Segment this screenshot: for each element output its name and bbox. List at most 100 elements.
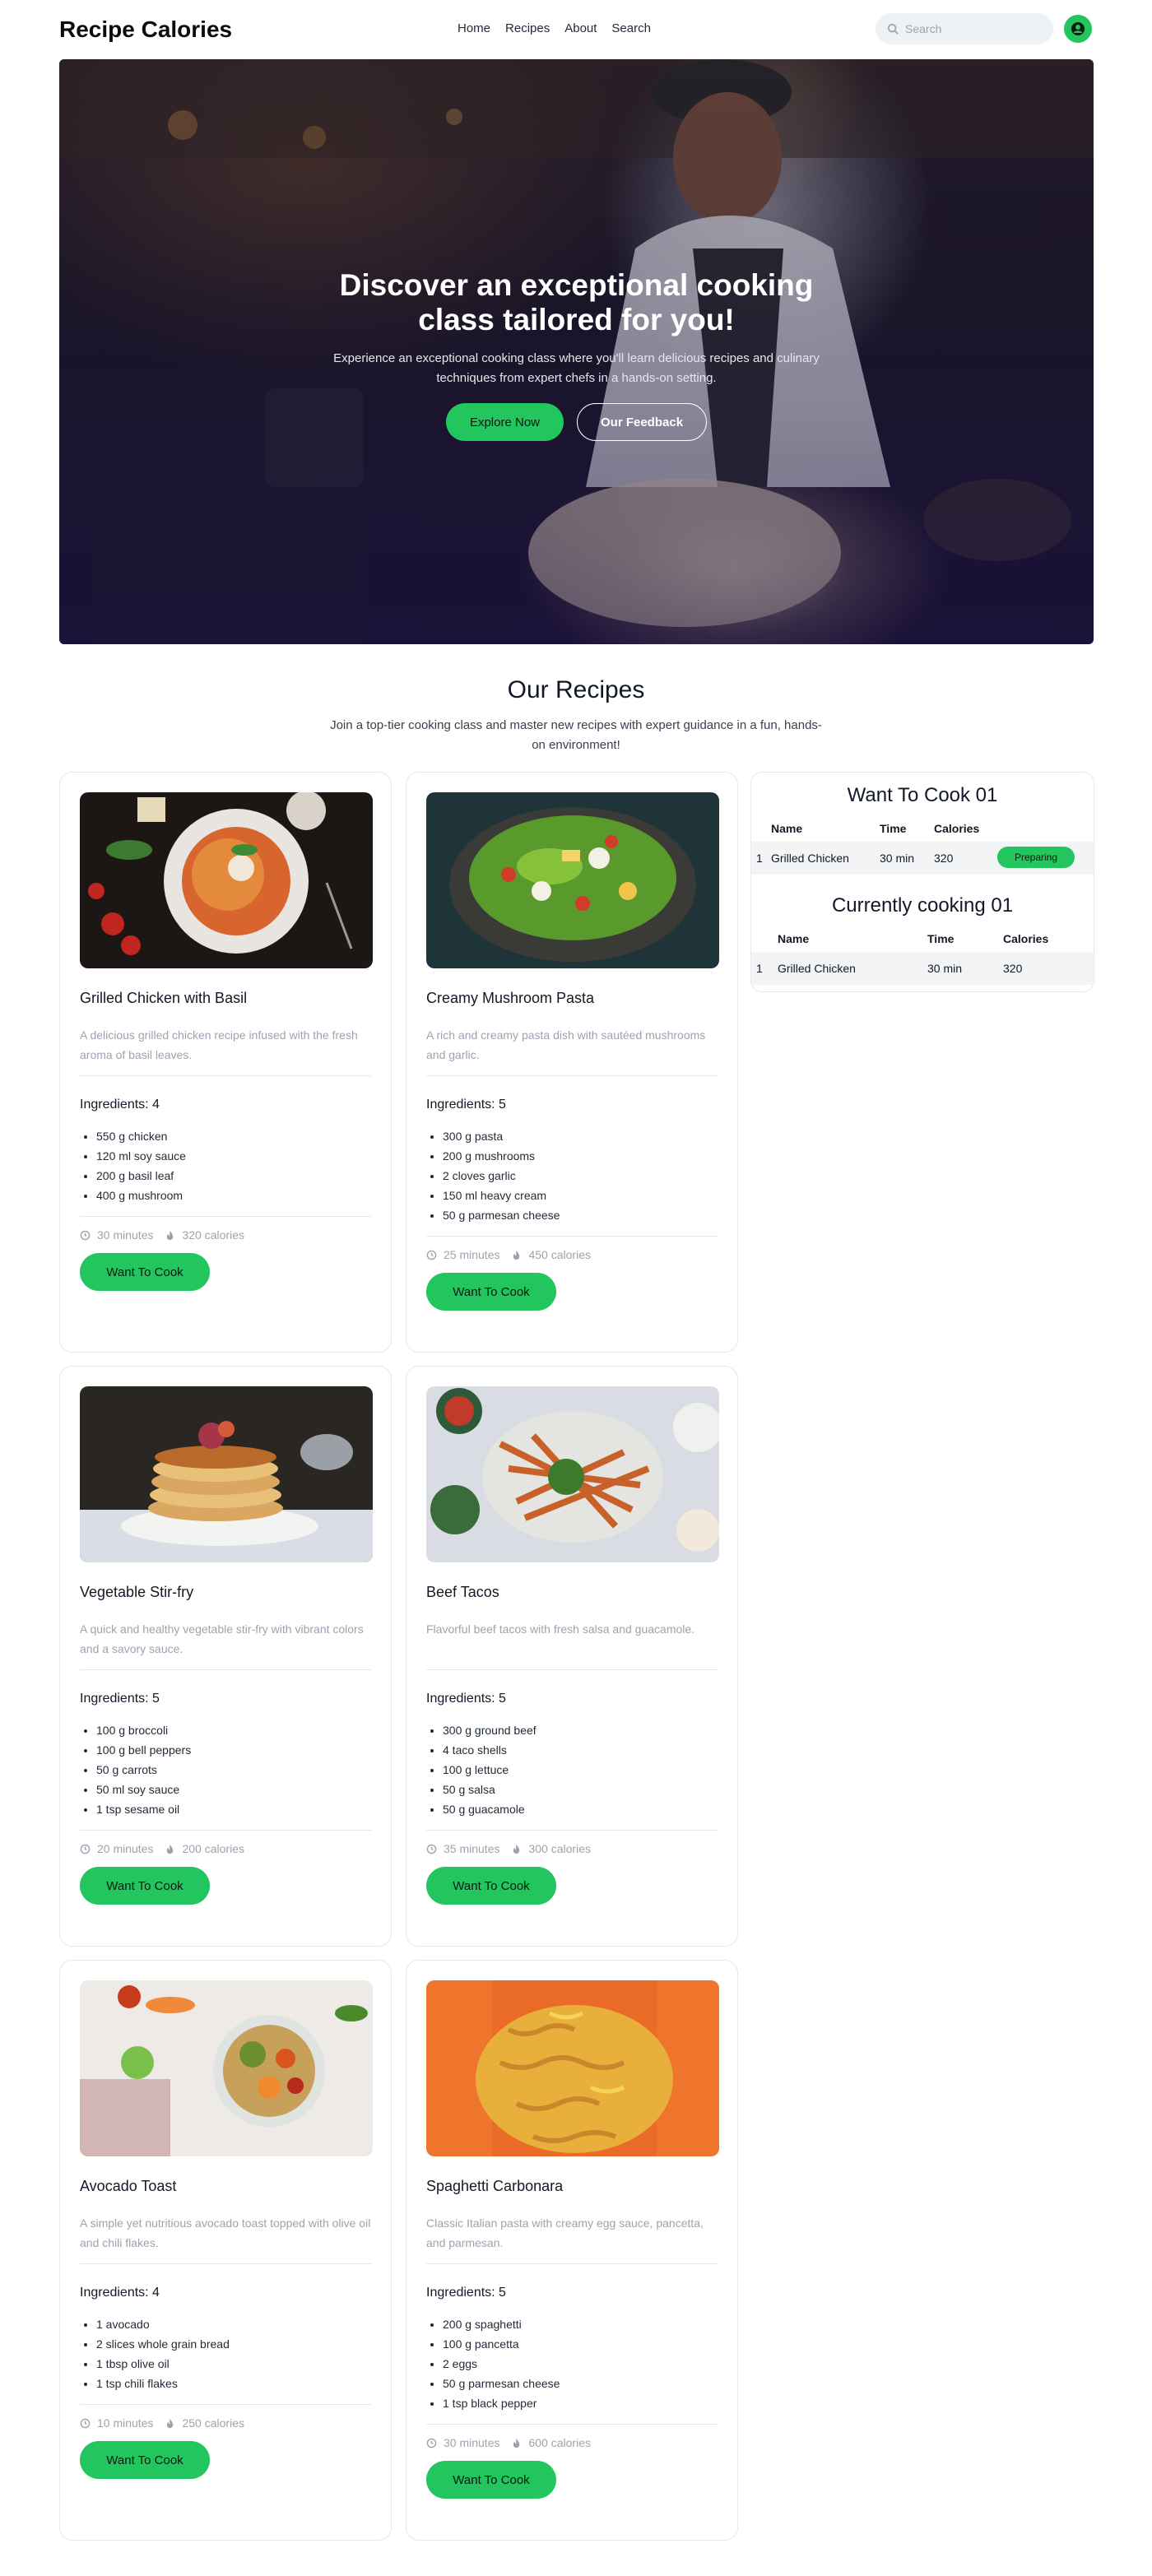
divider — [80, 1216, 371, 1217]
recipe-title: Vegetable Stir-fry — [80, 1584, 194, 1600]
user-avatar-button[interactable] — [1064, 15, 1092, 43]
user-icon — [1071, 22, 1085, 35]
ingredient-item: 50 g carrots — [96, 1760, 371, 1780]
recipe-image — [80, 1980, 373, 2156]
recipe-meta: 30 minutes 600 calories — [426, 2436, 718, 2449]
ingredient-item: 200 g basil leaf — [96, 1166, 371, 1186]
want-to-cook-button[interactable]: Want To Cook — [80, 1867, 210, 1905]
divider — [80, 1075, 371, 1076]
recipe-card: Creamy Mushroom Pasta A rich and creamy … — [406, 772, 738, 1353]
column-header: Calories — [934, 822, 980, 835]
pancake-stack-photo — [80, 1421, 373, 1562]
ingredient-item: 100 g bell peppers — [96, 1740, 371, 1760]
row-calories: 320 — [934, 852, 954, 865]
ingredient-item: 4 taco shells — [443, 1740, 718, 1760]
currently-cooking-table: Name Time Calories 1 Grilled Chicken 30 … — [751, 927, 1094, 985]
recipe-description: A rich and creamy pasta dish with sautée… — [426, 1028, 706, 1061]
clock-icon — [80, 1844, 91, 1854]
ingredient-item: 1 tbsp olive oil — [96, 2354, 371, 2374]
clock-icon — [426, 1250, 437, 1260]
recipe-time: 25 minutes — [444, 1248, 500, 1261]
salad-bowl-photo — [449, 807, 696, 962]
ingredient-item: 100 g lettuce — [443, 1760, 718, 1780]
brand-title: Recipe Calories — [59, 16, 233, 42]
nav-home-link[interactable]: Home — [458, 21, 490, 35]
ingredient-item: 2 cloves garlic — [443, 1166, 718, 1186]
ingredients-list: 1 avocado 2 slices whole grain bread 1 t… — [80, 2314, 371, 2393]
ingredient-item: 300 g pasta — [443, 1126, 718, 1146]
recipe-card: Spaghetti Carbonara Classic Italian past… — [406, 1960, 738, 2541]
ingredient-item: 1 tsp black pepper — [443, 2393, 718, 2413]
recipes-section-subtitle: Join a top-tier cooking class and master… — [330, 718, 822, 752]
nav-recipes-link[interactable]: Recipes — [505, 21, 550, 35]
pasta-plate-photo — [88, 792, 353, 955]
row-calories: 320 — [1003, 962, 1023, 975]
our-feedback-button[interactable]: Our Feedback — [577, 403, 708, 441]
divider — [426, 2424, 718, 2425]
recipe-image — [426, 1980, 719, 2156]
search-icon — [887, 23, 899, 35]
recipe-calories: 320 calories — [182, 1228, 244, 1242]
divider — [80, 1830, 371, 1831]
clock-icon — [426, 1844, 437, 1854]
ingredients-count: Ingredients: 5 — [80, 1692, 160, 1706]
hero-buttons: Explore Now Our Feedback — [59, 403, 1094, 441]
recipe-card: Vegetable Stir-fry A quick and healthy v… — [59, 1366, 392, 1947]
column-header: Time — [880, 822, 907, 835]
want-to-cook-button[interactable]: Want To Cook — [80, 2441, 210, 2479]
row-index: 1 — [756, 852, 763, 865]
recipe-time: 30 minutes — [444, 2436, 500, 2449]
nav-about-link[interactable]: About — [564, 21, 597, 35]
ingredients-list: 100 g broccoli 100 g bell peppers 50 g c… — [80, 1720, 371, 1819]
ingredient-item: 2 eggs — [443, 2354, 718, 2374]
divider — [426, 1669, 718, 1670]
fire-icon — [167, 1230, 174, 1240]
divider — [426, 2263, 718, 2264]
ingredient-item: 50 ml soy sauce — [96, 1780, 371, 1799]
want-to-cook-button[interactable]: Want To Cook — [426, 1867, 556, 1905]
cooking-panel: Want To Cook 01 Name Time Calories 1 Gri… — [750, 772, 1094, 992]
explore-now-button[interactable]: Explore Now — [445, 403, 564, 441]
fire-icon — [513, 2438, 520, 2448]
recipe-description: Flavorful beef tacos with fresh salsa an… — [426, 1622, 695, 1636]
want-to-cook-button[interactable]: Want To Cook — [80, 1253, 210, 1291]
ingredients-list: 550 g chicken 120 ml soy sauce 200 g bas… — [80, 1126, 371, 1205]
want-to-cook-button[interactable]: Want To Cook — [426, 2461, 556, 2499]
recipe-title: Grilled Chicken with Basil — [80, 990, 248, 1006]
ingredient-item: 1 tsp sesame oil — [96, 1799, 371, 1819]
column-header: Name — [778, 932, 810, 945]
recipe-meta: 35 minutes 300 calories — [426, 1842, 718, 1855]
hero-content: Discover an exceptional cooking class ta… — [59, 268, 1094, 441]
search-input[interactable] — [905, 22, 1037, 35]
want-to-cook-button[interactable]: Want To Cook — [426, 1273, 556, 1311]
fire-icon — [513, 1844, 520, 1854]
ingredient-item: 150 ml heavy cream — [443, 1186, 718, 1205]
recipe-image — [80, 1386, 373, 1562]
ingredient-item: 400 g mushroom — [96, 1186, 371, 1205]
recipe-calories: 300 calories — [528, 1842, 591, 1855]
recipes-section-title: Our Recipes — [507, 676, 645, 703]
recipe-time: 30 minutes — [97, 1228, 154, 1242]
table-header: Name Time Calories — [751, 927, 1094, 952]
ingredients-count: Ingredients: 5 — [426, 2286, 506, 2300]
recipe-calories: 450 calories — [528, 1248, 591, 1261]
search-box[interactable] — [876, 13, 1053, 44]
fusilli-pasta-photo — [426, 1980, 719, 2156]
recipe-meta: 10 minutes 250 calories — [80, 2416, 371, 2430]
clock-icon — [80, 1230, 91, 1240]
ingredient-item: 300 g ground beef — [443, 1720, 718, 1740]
recipe-card: Avocado Toast A simple yet nutritious av… — [59, 1960, 392, 2541]
recipe-title: Spaghetti Carbonara — [426, 2178, 564, 2194]
want-to-cook-title: Want To Cook 01 — [847, 784, 998, 806]
ingredient-item: 50 g parmesan cheese — [443, 2374, 718, 2393]
nav-search-link[interactable]: Search — [611, 21, 651, 35]
fire-icon — [167, 1844, 174, 1854]
table-row: 1 Grilled Chicken 30 min 320 Preparing — [751, 842, 1094, 875]
want-to-cook-table: Name Time Calories 1 Grilled Chicken 30 … — [751, 817, 1094, 875]
preparing-button[interactable]: Preparing — [997, 847, 1075, 868]
divider — [426, 1075, 718, 1076]
table-row: 1 Grilled Chicken 30 min 320 — [751, 952, 1094, 985]
ingredients-count: Ingredients: 4 — [80, 2286, 160, 2300]
hero-banner: Discover an exceptional cooking class ta… — [59, 59, 1094, 644]
recipe-meta: 30 minutes 320 calories — [80, 1228, 371, 1242]
